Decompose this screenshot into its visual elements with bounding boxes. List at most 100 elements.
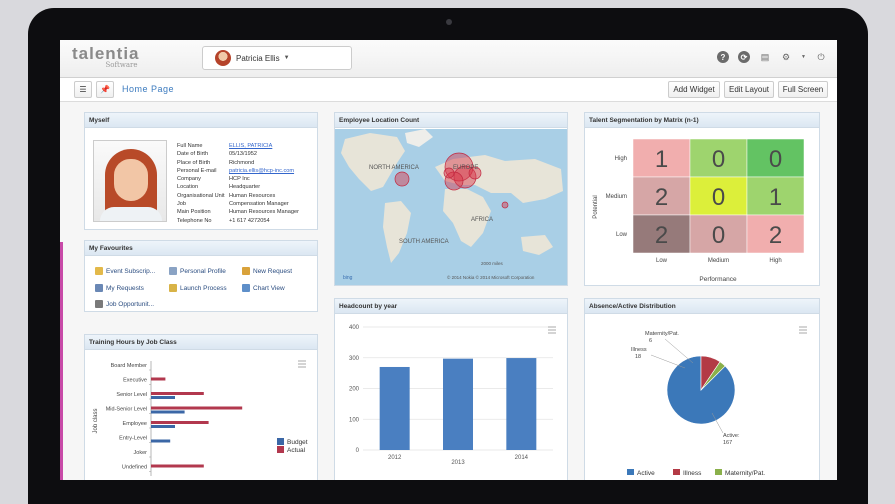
new-request-icon — [242, 267, 250, 275]
add-widget-button[interactable]: Add Widget — [668, 81, 720, 98]
fav-chart-view[interactable]: Chart View — [242, 284, 285, 292]
fav-personal-profile[interactable]: Personal Profile — [169, 267, 226, 275]
training-bar-budget[interactable] — [151, 410, 185, 414]
field-value: Human Resources — [229, 192, 276, 199]
category-label: Senior Level — [116, 392, 147, 398]
field-label: Job — [177, 201, 187, 208]
category-label: Mid-Senior Level — [106, 407, 147, 413]
matrix-value: 0 — [769, 146, 782, 173]
field-value[interactable]: patricia.ellis@hcp-inc.com — [229, 167, 294, 175]
chart-icon — [242, 284, 250, 292]
breadcrumb[interactable]: Home Page — [122, 84, 174, 94]
training-bar-actual[interactable] — [151, 377, 166, 381]
matrix-value: 1 — [769, 184, 782, 211]
job-icon — [95, 300, 103, 308]
widget-title: Absence/Active Distribution — [585, 299, 819, 314]
field-value[interactable]: ELLIS, PATRICIA — [229, 142, 272, 150]
gear-icon[interactable]: ⚙ — [780, 51, 792, 63]
chart-menu-icon[interactable] — [799, 326, 807, 334]
bing-logo: bing — [343, 275, 353, 281]
field-label: Telephone No — [177, 217, 212, 224]
headcount-bar[interactable] — [506, 358, 537, 450]
training-bar-budget[interactable] — [151, 425, 175, 428]
training-hours-widget: Training Hours by Job Class Job class Bo… — [84, 334, 318, 480]
profile-field-row: Telephone No +1 617 4272054 — [177, 217, 299, 225]
legend-actual: Actual — [287, 447, 306, 454]
fav-job-opportunities[interactable]: Job Opportunit... — [95, 300, 154, 308]
profile-icon — [169, 267, 177, 275]
legend-label[interactable]: Active — [637, 470, 655, 477]
category-label: Employee — [123, 421, 147, 427]
refresh-icon[interactable]: ⟳ — [738, 51, 750, 63]
user-menu[interactable]: Patricia Ellis ▼ — [202, 46, 352, 70]
widget-title: Training Hours by Job Class — [85, 335, 317, 350]
col-label: High — [769, 258, 781, 264]
chart-menu-icon[interactable] — [298, 360, 306, 368]
field-value: HCP Inc — [229, 176, 250, 183]
matrix-value: 2 — [769, 222, 782, 249]
x-tick-label: 2013 — [451, 460, 465, 466]
matrix-value: 1 — [655, 146, 668, 173]
pie-label-value: 18 — [635, 354, 641, 360]
training-bar-actual[interactable] — [151, 392, 204, 395]
power-icon[interactable]: ⏻ — [815, 51, 827, 63]
field-label: Personal E-mail — [177, 167, 217, 174]
logo-subtext: Software — [105, 61, 138, 69]
map-label-south-america: SOUTH AMERICA — [399, 239, 449, 245]
training-bar-actual[interactable] — [151, 421, 209, 424]
requests-icon — [95, 284, 103, 292]
headcount-bar[interactable] — [443, 358, 473, 450]
pie-label-name: Active: — [723, 433, 740, 439]
talent-segmentation-widget: Talent Segmentation by Matrix (n-1) Pote… — [584, 112, 820, 286]
full-screen-button[interactable]: Full Screen — [778, 81, 828, 98]
process-icon — [169, 284, 177, 292]
matrix-value: 0 — [712, 146, 725, 173]
fav-launch-process[interactable]: Launch Process — [169, 284, 227, 292]
training-bar-actual[interactable] — [151, 406, 243, 410]
y-tick-label: 200 — [349, 387, 360, 393]
category-label: Joker — [134, 450, 148, 456]
matrix-value: 2 — [655, 222, 668, 249]
training-bar-actual[interactable] — [151, 464, 204, 468]
app-screen: talentia Software Patricia Ellis ▼ ? ⟳ ▤… — [60, 40, 837, 480]
fav-event-subscriptions[interactable]: Event Subscrip... — [95, 267, 155, 275]
location-bubble[interactable] — [501, 201, 509, 209]
edit-layout-button[interactable]: Edit Layout — [724, 81, 774, 98]
pin-button[interactable]: 📌 — [96, 81, 114, 98]
profile-field-row: Place of Birth Richmond — [177, 159, 299, 167]
world-map[interactable]: NORTH AMERICA EUROPE AFRICA SOUTH AMERIC… — [335, 129, 567, 285]
widget-title: Myself — [85, 113, 317, 128]
legend-swatch-budget — [277, 438, 284, 445]
legend-label[interactable]: Maternity/Pat. — [725, 470, 765, 477]
y-tick-label: 400 — [349, 325, 360, 331]
legend-label[interactable]: Illness — [683, 470, 702, 477]
chart-menu-icon[interactable] — [548, 326, 556, 334]
dashboard: Myself Full Name ELLIS, PATRICIA Date of B… — [60, 102, 837, 480]
headcount-bar[interactable] — [379, 366, 410, 450]
field-label: Full Name — [177, 143, 203, 149]
fav-my-requests[interactable]: My Requests — [95, 284, 144, 292]
fav-new-request[interactable]: New Request — [242, 267, 292, 275]
profile-photo — [93, 140, 167, 222]
location-bubble[interactable] — [394, 171, 410, 187]
chevron-down-icon[interactable]: ▼ — [801, 51, 806, 63]
print-icon[interactable]: ▤ — [759, 51, 771, 63]
legend-swatch — [715, 469, 722, 475]
field-value: 05/13/1952 — [229, 151, 257, 158]
app-logo[interactable]: talentia Software — [72, 44, 140, 69]
map-label-africa: AFRICA — [471, 217, 493, 223]
widget-title: Employee Location Count — [335, 113, 567, 128]
profile-field-row: Company HCP Inc — [177, 175, 299, 183]
profile-field-row: Date of Birth 05/13/1952 — [177, 150, 299, 158]
pin-icon: 📌 — [100, 85, 110, 94]
favourites-widget: My Favourites Event Subscrip... Personal… — [84, 240, 318, 312]
calendar-icon — [95, 267, 103, 275]
help-icon[interactable]: ? — [717, 51, 729, 63]
menu-button[interactable]: ☰ — [74, 81, 92, 98]
camera-dot — [446, 19, 452, 25]
profile-field-row: Main Position Human Resources Manager — [177, 208, 299, 216]
training-bar-budget[interactable] — [151, 439, 171, 443]
absence-pie-chart: Active:167Illness18Maternity/Pat.6Active… — [627, 326, 807, 477]
training-ylabel: Job class — [93, 408, 99, 433]
training-bar-budget[interactable] — [151, 396, 175, 399]
